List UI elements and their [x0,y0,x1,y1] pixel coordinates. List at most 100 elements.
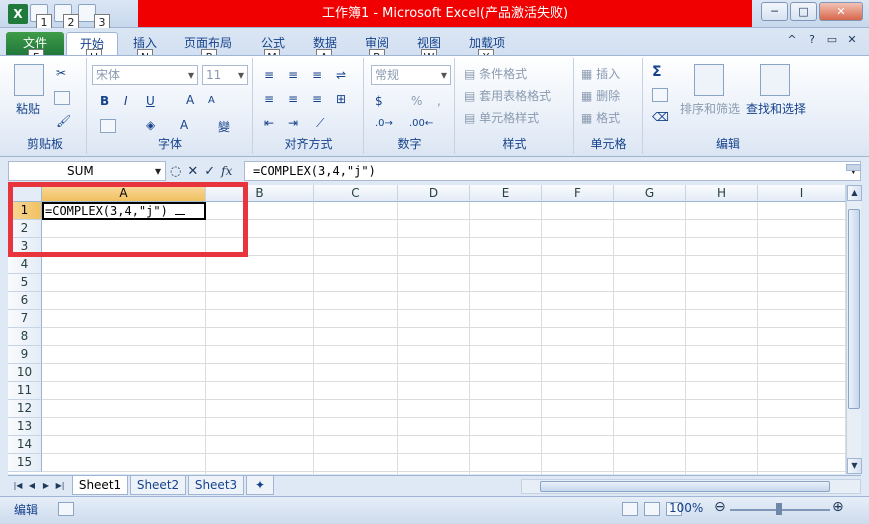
row-header-5[interactable]: 5 [8,274,42,292]
font-color-icon[interactable]: A [180,118,188,132]
formula-input[interactable]: =COMPLEX(3,4,"j") [244,161,861,181]
fill-color-icon[interactable]: ◈ [146,118,155,132]
copy-button[interactable] [54,90,70,105]
prev-sheet-icon[interactable]: ◀ [26,479,38,493]
vertical-scroll-thumb[interactable] [848,209,860,409]
row-header-12[interactable]: 12 [8,400,42,418]
align-left-icon[interactable]: ≡ [264,92,274,106]
clear-icon[interactable]: ⌫ [652,110,669,124]
maximize-button[interactable]: □ [790,2,817,21]
col-header-c[interactable]: C [314,185,398,202]
cell-a1[interactable]: =COMPLEX(3,4,"j") [42,202,206,220]
cut-icon[interactable]: ✂ [56,66,66,80]
align-top-icon[interactable]: ≡ [264,68,274,82]
increase-decimal-icon[interactable]: .0→ [375,118,393,129]
sort-filter-icon[interactable] [694,64,724,96]
find-select-button[interactable]: 查找和选择 [746,100,806,117]
zoom-level[interactable]: 100% [669,501,703,515]
macro-record-icon[interactable] [58,502,74,516]
worksheet-grid[interactable]: A B C D E F G H I 1 2 3 4 5 6 7 8 9 10 1… [8,185,846,474]
align-right-icon[interactable]: ≡ [312,92,322,106]
function-wizard-circle-icon[interactable]: ◌ [170,164,181,179]
font-size-combo[interactable]: 11 [202,65,248,85]
row-header-6[interactable]: 6 [8,292,42,310]
row-header-7[interactable]: 7 [8,310,42,328]
sheet-tab-1[interactable]: Sheet1 [72,476,128,495]
horizontal-scrollbar[interactable] [521,479,861,494]
number-format-combo[interactable]: 常规 [371,65,451,85]
grow-font-icon[interactable]: A [186,93,194,107]
conditional-format-button[interactable]: ▤ 条件格式 [464,65,527,82]
row-header-9[interactable]: 9 [8,346,42,364]
decrease-decimal-icon[interactable]: .00← [409,118,433,129]
cancel-icon[interactable]: ✕ [187,164,198,179]
col-header-d[interactable]: D [398,185,470,202]
row-header-11[interactable]: 11 [8,382,42,400]
bold-button[interactable]: B [100,94,109,108]
row-header-1[interactable]: 1 [8,202,42,220]
sheet-tab-2[interactable]: Sheet2 [130,476,186,495]
increase-indent-icon[interactable]: ⇥ [288,116,298,130]
col-header-i[interactable]: I [758,185,846,202]
col-header-a[interactable]: A [42,185,206,202]
zoom-in-icon[interactable]: ⊕ [832,499,844,515]
minimize-button[interactable]: ─ [761,2,788,21]
merge-center-icon[interactable]: ⊞ [336,92,346,106]
scroll-up-icon[interactable]: ▲ [847,185,862,201]
phonetic-icon[interactable]: 變 [218,118,230,135]
restore-window-icon[interactable]: ▭ [825,33,839,47]
minimize-ribbon-icon[interactable]: ^ [785,33,799,47]
paste-icon[interactable] [14,64,44,96]
orientation-icon[interactable]: ⟋ [316,116,324,131]
scroll-down-icon[interactable]: ▼ [847,458,862,474]
row-header-14[interactable]: 14 [8,436,42,454]
autosum-icon[interactable]: Σ [652,64,662,80]
close-button[interactable]: ✕ [819,2,863,21]
vertical-scrollbar[interactable]: ▲ ▼ [846,185,862,474]
shrink-font-icon[interactable]: A [208,95,215,106]
comma-button[interactable]: , [437,94,441,108]
align-center-icon[interactable]: ≡ [288,92,298,106]
next-sheet-icon[interactable]: ▶ [40,479,52,493]
row-header-13[interactable]: 13 [8,418,42,436]
border-button[interactable] [100,118,116,133]
col-header-g[interactable]: G [614,185,686,202]
col-header-b[interactable]: B [206,185,314,202]
align-bottom-icon[interactable]: ≡ [312,68,322,82]
insert-function-icon[interactable]: fx [221,164,232,178]
find-select-icon[interactable] [760,64,790,96]
insert-cells-button[interactable]: ▦ 插入 [581,65,620,82]
insert-sheet-icon[interactable]: ✦ [246,476,274,495]
excel-logo-icon[interactable]: X [8,4,28,24]
format-painter-icon[interactable]: 🖌 [56,114,71,128]
row-header-4[interactable]: 4 [8,256,42,274]
zoom-out-icon[interactable]: ⊖ [714,499,726,515]
select-all-corner[interactable] [8,185,42,202]
enter-icon[interactable]: ✓ [204,164,215,179]
row-header-2[interactable]: 2 [8,220,42,238]
italic-button[interactable]: I [124,94,128,108]
decrease-indent-icon[interactable]: ⇤ [264,116,274,130]
sheet-tab-3[interactable]: Sheet3 [188,476,244,495]
fill-button[interactable] [652,87,668,102]
page-layout-view-icon[interactable] [644,502,660,516]
split-handle[interactable] [846,164,861,171]
format-as-table-button[interactable]: ▤ 套用表格格式 [464,87,551,104]
zoom-slider-knob[interactable] [776,503,782,515]
help-icon[interactable]: ? [805,33,819,47]
cell-styles-button[interactable]: ▤ 单元格样式 [464,109,539,126]
col-header-f[interactable]: F [542,185,614,202]
font-name-combo[interactable]: 宋体 [92,65,198,85]
sort-filter-button[interactable]: 排序和筛选 [680,100,740,117]
format-cells-button[interactable]: ▦ 格式 [581,109,620,126]
row-header-15[interactable]: 15 [8,454,42,472]
horizontal-scroll-thumb[interactable] [540,481,830,492]
row-header-10[interactable]: 10 [8,364,42,382]
normal-view-icon[interactable] [622,502,638,516]
name-box[interactable]: SUM [8,161,166,181]
wrap-text-icon[interactable]: ⇌ [336,68,346,82]
align-middle-icon[interactable]: ≡ [288,68,298,82]
percent-button[interactable]: % [411,94,422,108]
col-header-e[interactable]: E [470,185,542,202]
delete-cells-button[interactable]: ▦ 删除 [581,87,620,104]
